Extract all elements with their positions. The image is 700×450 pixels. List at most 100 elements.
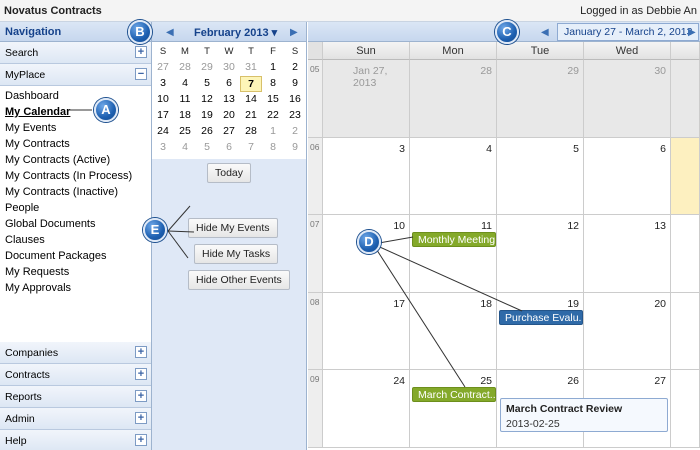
mini-day-cell[interactable]: 24 — [152, 124, 174, 140]
mini-day-cell[interactable]: 27 — [152, 60, 174, 76]
mini-day-cell[interactable]: 11 — [174, 92, 196, 108]
mini-day-cell[interactable]: 1 — [262, 124, 284, 140]
mini-day-cell[interactable]: 16 — [284, 92, 306, 108]
mini-day-cell[interactable]: 6 — [218, 140, 240, 156]
mini-day-cell[interactable]: 17 — [152, 108, 174, 124]
day-cell[interactable]: 3 — [323, 137, 410, 216]
day-cell[interactable]: 13 — [584, 215, 671, 293]
section-contracts[interactable]: Contracts + — [0, 364, 151, 386]
nav-item-global-documents[interactable]: Global Documents — [5, 216, 151, 232]
day-cell[interactable]: 4 — [410, 137, 497, 216]
mini-day-cell[interactable]: 7 — [240, 140, 262, 156]
day-cell[interactable] — [671, 60, 700, 138]
mini-day-cell[interactable]: 26 — [196, 124, 218, 140]
mini-day-cell[interactable]: 23 — [284, 108, 306, 124]
nav-item-my-events[interactable]: My Events — [5, 120, 151, 136]
section-search[interactable]: Search + — [0, 42, 151, 64]
day-cell[interactable]: Jan 27, 2013 — [323, 60, 410, 138]
next-month-icon[interactable]: ▶ — [290, 27, 298, 38]
day-cell[interactable]: 28 — [410, 60, 497, 138]
mini-day-cell[interactable]: 2 — [284, 124, 306, 140]
section-help[interactable]: Help + — [0, 430, 151, 450]
mini-day-cell[interactable]: 21 — [240, 108, 262, 124]
mini-day-cell[interactable]: 3 — [152, 76, 174, 92]
section-myplace[interactable]: MyPlace − — [0, 64, 151, 86]
mini-day-cell[interactable]: 3 — [152, 140, 174, 156]
hide-my-events-button[interactable]: Hide My Events — [188, 218, 278, 238]
mini-day-cell[interactable]: 6 — [218, 76, 240, 92]
nav-item-my-contracts-in-process[interactable]: My Contracts (In Process) — [5, 168, 151, 184]
mini-day-cell[interactable]: 12 — [196, 92, 218, 108]
mini-day-cell[interactable]: 29 — [196, 60, 218, 76]
hide-other-events-button[interactable]: Hide Other Events — [188, 270, 290, 290]
mini-day-cell[interactable]: 13 — [218, 92, 240, 108]
mini-day-cell[interactable]: 7 — [240, 76, 262, 92]
section-companies[interactable]: Companies + — [0, 342, 151, 364]
day-cell[interactable]: 6 — [584, 137, 671, 216]
expand-icon[interactable]: + — [135, 46, 147, 58]
event-purchase-evaluation[interactable]: Purchase Evalu... — [499, 310, 583, 325]
nav-item-dashboard[interactable]: Dashboard — [5, 88, 151, 104]
day-cell[interactable]: 11 — [410, 215, 497, 293]
nav-item-my-calendar[interactable]: My Calendar — [5, 104, 151, 120]
day-cell[interactable]: 24 — [323, 370, 410, 448]
mini-day-cell[interactable]: 28 — [174, 60, 196, 76]
day-cell[interactable] — [671, 370, 700, 448]
mini-day-cell[interactable]: 14 — [240, 92, 262, 108]
mini-day-cell[interactable]: 8 — [262, 76, 284, 92]
nav-item-my-approvals[interactable]: My Approvals — [5, 280, 151, 296]
mini-day-cell[interactable]: 9 — [284, 140, 306, 156]
day-cell[interactable]: 29 — [497, 60, 584, 138]
mini-day-cell[interactable]: 2 — [284, 60, 306, 76]
nav-item-my-contracts[interactable]: My Contracts — [5, 136, 151, 152]
event-monthly-meeting[interactable]: Monthly Meeting — [412, 232, 496, 247]
mini-day-cell[interactable]: 18 — [174, 108, 196, 124]
today-button[interactable]: Today — [206, 163, 252, 183]
expand-icon[interactable]: + — [135, 368, 147, 380]
day-cell[interactable]: 17 — [323, 292, 410, 371]
day-cell[interactable]: 12 — [497, 215, 584, 293]
mini-day-cell[interactable]: 27 — [218, 124, 240, 140]
day-cell[interactable]: 5 — [497, 137, 584, 216]
nav-item-document-packages[interactable]: Document Packages — [5, 248, 151, 264]
mini-day-cell[interactable]: 22 — [262, 108, 284, 124]
mini-day-cell[interactable]: 28 — [240, 124, 262, 140]
day-cell[interactable]: 25 — [410, 370, 497, 448]
mini-day-cell[interactable]: 5 — [196, 76, 218, 92]
nav-item-my-requests[interactable]: My Requests — [5, 264, 151, 280]
day-cell[interactable] — [671, 215, 700, 293]
nav-item-my-contracts-inactive[interactable]: My Contracts (Inactive) — [5, 184, 151, 200]
month-selector[interactable]: February 2013 ▾ — [194, 26, 277, 39]
expand-icon[interactable]: + — [135, 390, 147, 402]
mini-day-cell[interactable]: 20 — [218, 108, 240, 124]
day-cell[interactable]: 30 — [584, 60, 671, 138]
mini-day-cell[interactable]: 31 — [240, 60, 262, 76]
section-reports[interactable]: Reports + — [0, 386, 151, 408]
section-admin[interactable]: Admin + — [0, 408, 151, 430]
prev-month-icon[interactable]: ◀ — [166, 27, 174, 38]
expand-icon[interactable]: + — [135, 434, 147, 446]
mini-day-cell[interactable]: 5 — [196, 140, 218, 156]
next-range-icon[interactable]: ▶ — [688, 27, 696, 38]
day-cell[interactable] — [671, 137, 700, 216]
mini-day-cell[interactable]: 9 — [284, 76, 306, 92]
day-cell[interactable]: 10 — [323, 215, 410, 293]
nav-item-clauses[interactable]: Clauses — [5, 232, 151, 248]
mini-day-cell[interactable]: 1 — [262, 60, 284, 76]
event-march-contract[interactable]: March Contract... — [412, 387, 496, 402]
nav-item-my-contracts-active[interactable]: My Contracts (Active) — [5, 152, 151, 168]
day-cell[interactable]: 18 — [410, 292, 497, 371]
mini-day-cell[interactable]: 8 — [262, 140, 284, 156]
day-cell[interactable]: 19 — [497, 292, 584, 371]
prev-range-icon[interactable]: ◀ — [541, 27, 549, 38]
mini-day-cell[interactable]: 4 — [174, 140, 196, 156]
nav-item-people[interactable]: People — [5, 200, 151, 216]
mini-day-cell[interactable]: 15 — [262, 92, 284, 108]
hide-my-tasks-button[interactable]: Hide My Tasks — [194, 244, 279, 264]
mini-day-cell[interactable]: 4 — [174, 76, 196, 92]
collapse-icon[interactable]: − — [135, 68, 147, 80]
mini-day-cell[interactable]: 10 — [152, 92, 174, 108]
day-cell[interactable]: 20 — [584, 292, 671, 371]
mini-day-cell[interactable]: 19 — [196, 108, 218, 124]
mini-day-cell[interactable]: 30 — [218, 60, 240, 76]
